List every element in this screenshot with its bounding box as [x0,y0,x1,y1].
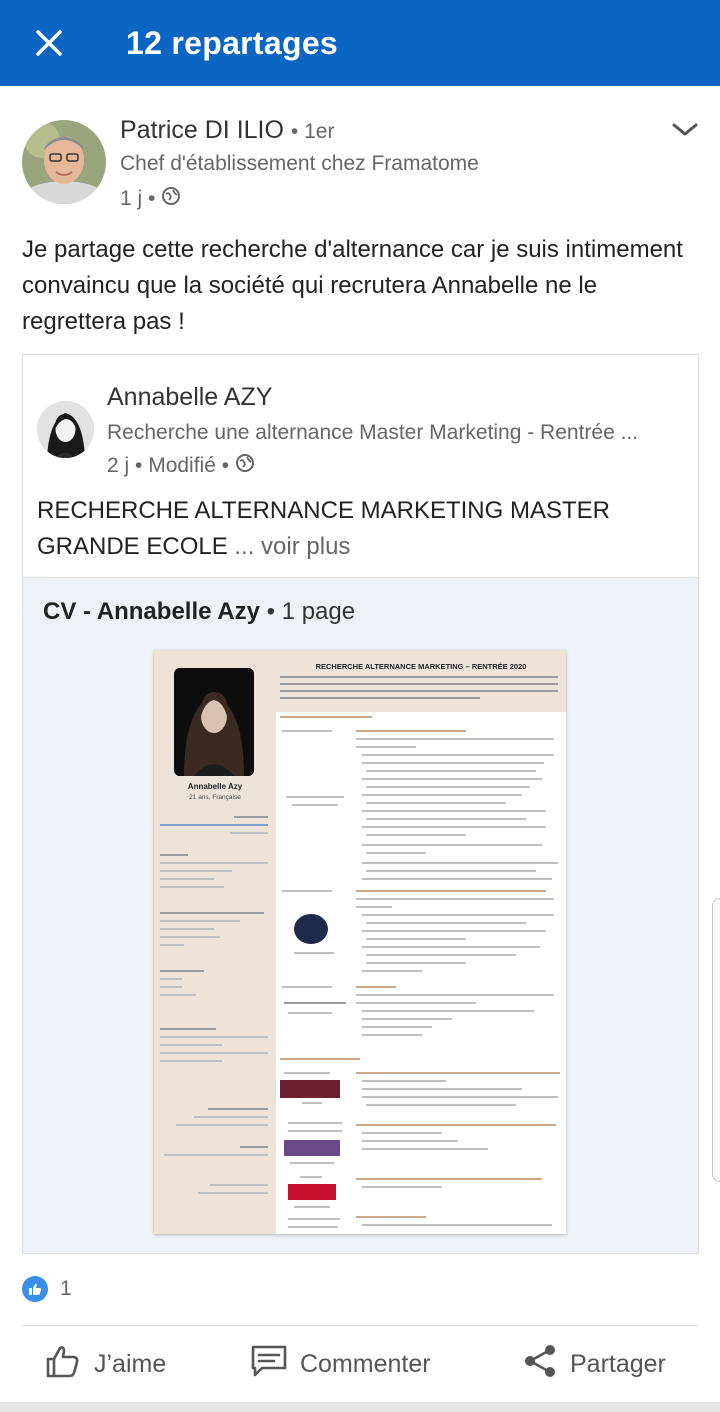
shared-post-card[interactable]: Annabelle AZY Recherche une alternance M… [22,354,699,1254]
shared-post-text: RECHERCHE ALTERNANCE MARKETING MASTER GR… [37,493,677,565]
post-time: 1 j • [120,187,156,210]
share-icon [522,1343,558,1386]
scrollbar-handle[interactable] [712,898,720,1182]
shared-post-time: 2 j • Modifié • [107,454,230,477]
reaction-count: 1 [60,1277,72,1300]
thumbs-up-icon [44,1342,82,1387]
shared-author-name[interactable]: Annabelle AZY [107,383,272,412]
like-reaction-icon [22,1276,48,1302]
cv-age: 21 ans, Française [189,794,241,801]
top-bar: 12 repartages [0,0,720,86]
share-label: Partager [570,1349,666,1378]
comment-label: Commenter [300,1349,431,1378]
shared-author-headline: Recherche une alternance Master Marketin… [107,421,639,444]
shared-author-avatar[interactable] [37,401,94,458]
comment-button[interactable]: Commenter [250,1326,431,1402]
post-meta: 1 j • [120,186,181,212]
comment-icon [250,1342,288,1387]
page-title: 12 repartages [126,24,339,61]
like-button[interactable]: J’aime [44,1326,166,1402]
shared-post-meta: 2 j • Modifié • [107,453,255,479]
author-avatar[interactable] [22,120,106,204]
cv-header-band [276,650,566,712]
post-text: Je partage cette recherche d'alternance … [22,236,683,335]
reactions-summary[interactable]: 1 [22,1276,72,1302]
close-icon[interactable] [24,18,74,68]
cv-preview-page[interactable]: RECHERCHE ALTERNANCE MARKETING – RENTRÉE… [154,650,566,1234]
document-title-line: CV - Annabelle Azy • 1 page [43,598,355,626]
author-name-line[interactable]: Patrice DI ILIO • 1er [120,116,334,145]
connection-degree: • 1er [290,120,335,143]
globe-icon [235,453,255,479]
globe-icon [161,186,181,212]
author-headline: Chef d'établissement chez Framatome [120,152,479,175]
see-more-link[interactable]: ... voir plus [228,533,350,560]
cv-photo [174,668,254,776]
chevron-down-icon[interactable] [670,120,700,140]
author-name[interactable]: Patrice DI ILIO [120,116,284,144]
cv-heading: RECHERCHE ALTERNANCE MARKETING – RENTRÉE… [315,662,527,671]
share-button[interactable]: Partager [522,1326,666,1402]
document-title: CV - Annabelle Azy [43,598,260,625]
document-page-count: • 1 page [266,598,356,625]
cv-name: Annabelle Azy [187,782,243,791]
document-attachment[interactable]: CV - Annabelle Azy • 1 page RECHERCHE AL… [23,577,698,1253]
bottom-edge [0,1402,720,1412]
action-bar: J’aime Commenter Partager [0,1326,720,1402]
like-label: J’aime [94,1349,167,1378]
